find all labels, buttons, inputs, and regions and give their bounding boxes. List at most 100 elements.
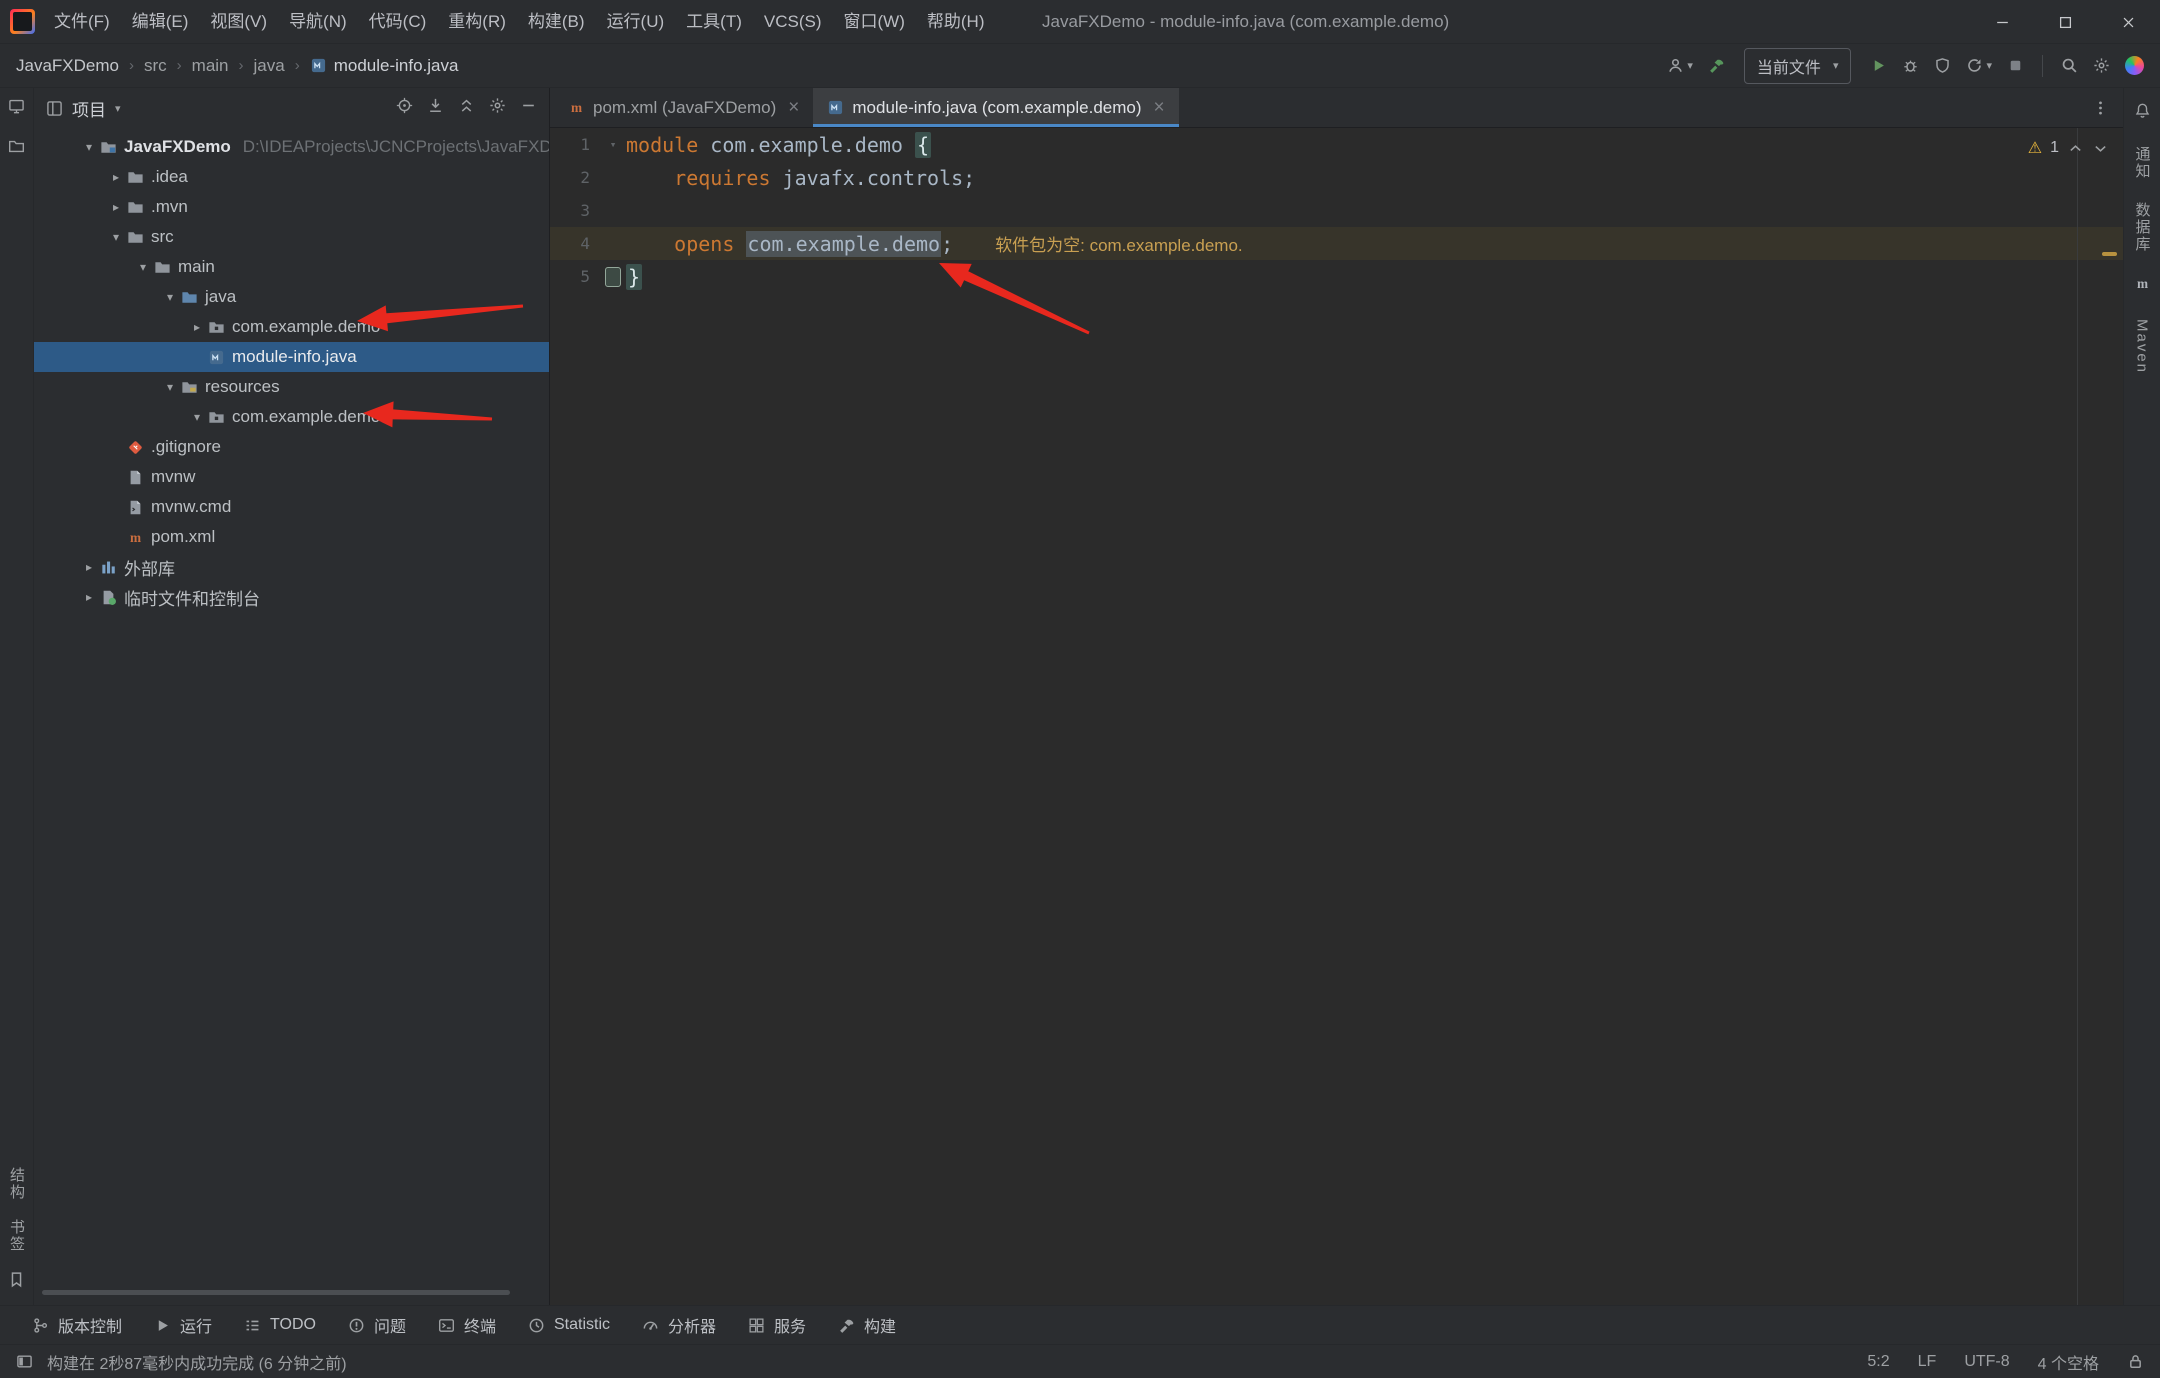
tree-item[interactable]: ▸com.example.demo [34,312,549,342]
tree-item[interactable]: mvnw [34,462,549,492]
tool-window-button[interactable]: 构建 [822,1313,912,1337]
tree-item[interactable]: .gitignore [34,432,549,462]
maven-tool-button[interactable]: m [2134,275,2151,297]
tool-window-button[interactable]: 服务 [732,1313,822,1337]
tree-toggle-icon[interactable]: ▸ [78,560,100,574]
menu-item[interactable]: 视图(V) [199,0,278,44]
tool-window-button[interactable]: Maven [2134,319,2151,374]
next-problem-icon[interactable] [2092,140,2109,157]
menu-item[interactable]: 编辑(E) [121,0,200,44]
tool-window-button[interactable]: 通知 [2132,146,2153,180]
stop-button[interactable] [2007,57,2024,74]
tree-toggle-icon[interactable]: ▸ [105,170,127,184]
tree-toggle-icon[interactable]: ▾ [132,260,154,274]
close-button[interactable] [2097,0,2160,44]
inspections-widget[interactable]: ⚠ 1 [2028,138,2109,158]
tree-item[interactable]: ▸.mvn [34,192,549,222]
tool-window-button[interactable]: 终端 [422,1313,512,1337]
editor-tab[interactable]: module-info.java (com.example.demo)× [813,88,1178,127]
tree-item[interactable]: ▸外部库 [34,552,549,582]
tab-options-icon[interactable] [2092,99,2109,116]
collapse-all-button[interactable] [458,97,475,119]
menu-item[interactable]: VCS(S) [753,0,833,44]
menu-item[interactable]: 窗口(W) [833,0,916,44]
chevron-down-icon[interactable]: ▾ [115,102,121,115]
tree-item[interactable]: mvnw.cmd [34,492,549,522]
tool-window-button[interactable]: 运行 [138,1313,228,1337]
tool-window-button[interactable]: 版本控制 [16,1313,138,1337]
bookmarks-button[interactable] [8,1271,25,1293]
tree-item[interactable]: ▸.idea [34,162,549,192]
tree-item[interactable]: ▾JavaFXDemoD:\IDEAProjects\JCNCProjects\… [34,132,549,162]
lock-icon[interactable] [2127,1353,2144,1370]
tree-item[interactable]: ▾src [34,222,549,252]
tree-item[interactable]: ▾resources [34,372,549,402]
tree-item[interactable]: module-info.java [34,342,549,372]
breadcrumb-item[interactable]: module-info.java [310,56,459,76]
tool-window-button[interactable]: Statistic [512,1316,626,1334]
search-everywhere-button[interactable] [2061,57,2078,74]
breadcrumb-item[interactable]: main [192,56,229,76]
tree-item[interactable]: ▸临时文件和控制台 [34,582,549,612]
menu-item[interactable]: 帮助(H) [916,0,996,44]
debug-button[interactable] [1902,57,1919,74]
run-configurations-select[interactable]: 当前文件▾ [1744,48,1852,84]
tool-window-button[interactable]: 结构 [6,1167,27,1201]
tree-toggle-icon[interactable]: ▾ [159,290,181,304]
menu-item[interactable]: 代码(C) [358,0,438,44]
project-panel-title[interactable]: 项目 [72,96,106,121]
folder-tool-button[interactable] [8,138,25,160]
indent-style[interactable]: 4 个空格 [2038,1350,2099,1374]
tree-item[interactable]: ▾java [34,282,549,312]
menu-item[interactable]: 导航(N) [278,0,358,44]
select-opened-file-button[interactable] [396,97,413,119]
tool-window-button[interactable]: 分析器 [626,1313,732,1337]
menu-item[interactable]: 工具(T) [675,0,753,44]
notifications-button[interactable] [2134,102,2151,124]
tool-window-button[interactable]: 数据库 [2132,202,2153,253]
profile-menu-button[interactable]: ▾ [1667,57,1693,74]
error-stripe-warning-mark[interactable] [2102,252,2117,256]
tree-toggle-icon[interactable]: ▾ [105,230,127,244]
horizontal-scrollbar-thumb[interactable] [42,1290,510,1295]
settings-button[interactable] [2093,57,2110,74]
file-encoding[interactable]: UTF-8 [1964,1353,2009,1371]
profiler-button[interactable]: ▾ [1966,57,1992,74]
minimize-button[interactable] [1971,0,2034,44]
breadcrumb-item[interactable]: java [254,56,285,76]
menu-item[interactable]: 构建(B) [517,0,596,44]
menu-item[interactable]: 重构(R) [437,0,517,44]
tree-toggle-icon[interactable]: ▸ [186,320,208,334]
tree-item[interactable]: ▾main [34,252,549,282]
build-project-button[interactable] [1708,57,1725,74]
tree-toggle-icon[interactable]: ▸ [78,590,100,604]
tree-item[interactable]: ▾com.example.demo [34,402,549,432]
scroll-to-source-button[interactable] [427,97,444,119]
code-editor[interactable]: 1▾module com.example.demo {2 requires ja… [550,128,2123,1305]
tool-window-layout-icon[interactable] [16,1353,33,1370]
hide-panel-button[interactable] [520,97,537,119]
tree-item[interactable]: mpom.xml [34,522,549,552]
breadcrumb-item[interactable]: JavaFXDemo [16,56,119,76]
tool-window-button[interactable]: 问题 [332,1313,422,1337]
line-separator[interactable]: LF [1918,1353,1937,1371]
project-tool-button[interactable] [8,98,25,120]
view-options-button[interactable] [489,97,506,119]
caret-position[interactable]: 5:2 [1867,1353,1889,1371]
maximize-button[interactable] [2034,0,2097,44]
close-tab-icon[interactable]: × [788,98,799,117]
tree-toggle-icon[interactable]: ▾ [186,410,208,424]
ide-features-trainer-button[interactable] [2125,56,2144,75]
menu-item[interactable]: 运行(U) [596,0,676,44]
coverage-button[interactable] [1934,57,1951,74]
tree-toggle-icon[interactable]: ▾ [159,380,181,394]
tool-window-button[interactable]: TODO [228,1316,332,1334]
previous-problem-icon[interactable] [2067,140,2084,157]
menu-item[interactable]: 文件(F) [43,0,121,44]
tree-toggle-icon[interactable]: ▸ [105,200,127,214]
editor-tab[interactable]: mpom.xml (JavaFXDemo)× [554,88,813,127]
breadcrumb-item[interactable]: src [144,56,167,76]
close-tab-icon[interactable]: × [1154,98,1165,117]
tool-window-button[interactable]: 书签 [6,1219,27,1253]
run-button[interactable] [1870,57,1887,74]
